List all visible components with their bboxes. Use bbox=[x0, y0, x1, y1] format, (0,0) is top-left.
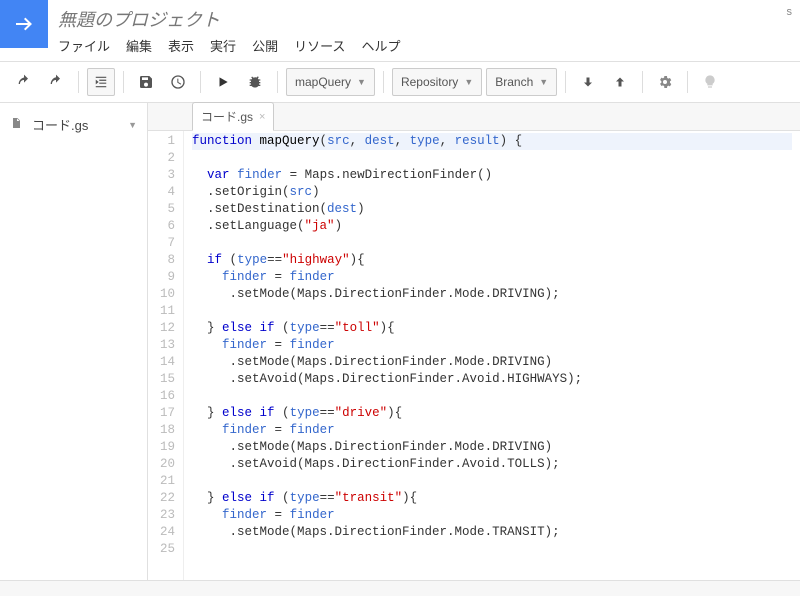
toolbar: mapQuery ▼ Repository ▼ Branch ▼ bbox=[0, 62, 800, 103]
project-title[interactable]: 無題のプロジェクト bbox=[58, 6, 777, 32]
file-name: コード.gs bbox=[32, 115, 88, 134]
tab-label: コード.gs bbox=[201, 108, 253, 125]
indent-button[interactable] bbox=[87, 68, 115, 96]
menu-help[interactable]: ヘルプ bbox=[361, 36, 400, 55]
save-button[interactable] bbox=[132, 68, 160, 96]
line-gutter: 1234567891011121314151617181920212223242… bbox=[148, 131, 184, 580]
bug-icon bbox=[247, 74, 263, 90]
file-row[interactable]: コード.gs ▼ bbox=[0, 109, 147, 140]
toolbar-separator bbox=[277, 71, 278, 93]
chevron-down-icon: ▼ bbox=[539, 77, 548, 87]
branch-select[interactable]: Branch ▼ bbox=[486, 68, 557, 96]
indent-icon bbox=[94, 75, 108, 89]
toolbar-separator bbox=[642, 71, 643, 93]
undo-icon bbox=[16, 74, 32, 90]
repository-select-label: Repository bbox=[401, 75, 458, 89]
clock-icon bbox=[170, 74, 186, 90]
save-icon bbox=[138, 74, 154, 90]
history-button[interactable] bbox=[164, 68, 192, 96]
branch-select-label: Branch bbox=[495, 75, 533, 89]
arrow-down-icon bbox=[582, 75, 594, 89]
chevron-down-icon: ▼ bbox=[357, 77, 366, 87]
chevron-down-icon[interactable]: ▼ bbox=[128, 120, 137, 130]
redo-icon bbox=[48, 74, 64, 90]
play-icon bbox=[216, 75, 230, 89]
menu-run[interactable]: 実行 bbox=[210, 36, 236, 55]
toolbar-separator bbox=[123, 71, 124, 93]
arrow-up-icon bbox=[614, 75, 626, 89]
menubar: ファイル 編集 表示 実行 公開 リソース ヘルプ bbox=[58, 36, 777, 61]
editor-tabs: コード.gs × bbox=[148, 103, 800, 131]
menu-publish[interactable]: 公開 bbox=[252, 36, 278, 55]
top-right-indicator: s bbox=[787, 0, 800, 18]
chevron-down-icon: ▼ bbox=[464, 77, 473, 87]
settings-button[interactable] bbox=[651, 68, 679, 96]
toolbar-separator bbox=[78, 71, 79, 93]
toolbar-separator bbox=[200, 71, 201, 93]
editor-tab[interactable]: コード.gs × bbox=[192, 102, 274, 131]
run-button[interactable] bbox=[209, 68, 237, 96]
app-header: 無題のプロジェクト ファイル 編集 表示 実行 公開 リソース ヘルプ s bbox=[0, 0, 800, 62]
arrow-right-icon bbox=[12, 12, 36, 36]
debug-button[interactable] bbox=[241, 68, 269, 96]
code-editor[interactable]: 1234567891011121314151617181920212223242… bbox=[148, 131, 800, 580]
gear-icon bbox=[657, 74, 673, 90]
menu-edit[interactable]: 編集 bbox=[126, 36, 152, 55]
editor-area: コード.gs × 1234567891011121314151617181920… bbox=[148, 103, 800, 580]
toolbar-separator bbox=[383, 71, 384, 93]
menu-view[interactable]: 表示 bbox=[168, 36, 194, 55]
status-bar bbox=[0, 580, 800, 596]
toolbar-separator bbox=[687, 71, 688, 93]
repository-select[interactable]: Repository ▼ bbox=[392, 68, 482, 96]
pull-button[interactable] bbox=[574, 68, 602, 96]
close-icon[interactable]: × bbox=[259, 111, 265, 123]
undo-button[interactable] bbox=[10, 68, 38, 96]
menu-file[interactable]: ファイル bbox=[58, 36, 110, 55]
function-select-label: mapQuery bbox=[295, 75, 351, 89]
lightbulb-icon bbox=[702, 74, 718, 90]
redo-button[interactable] bbox=[42, 68, 70, 96]
file-sidebar: コード.gs ▼ bbox=[0, 103, 148, 580]
function-select[interactable]: mapQuery ▼ bbox=[286, 68, 375, 96]
file-icon bbox=[10, 116, 24, 133]
push-button[interactable] bbox=[606, 68, 634, 96]
code-content[interactable]: function mapQuery(src, dest, type, resul… bbox=[184, 131, 800, 580]
toolbar-separator bbox=[565, 71, 566, 93]
tips-button[interactable] bbox=[696, 68, 724, 96]
menu-resources[interactable]: リソース bbox=[294, 36, 345, 55]
app-logo bbox=[0, 0, 48, 48]
